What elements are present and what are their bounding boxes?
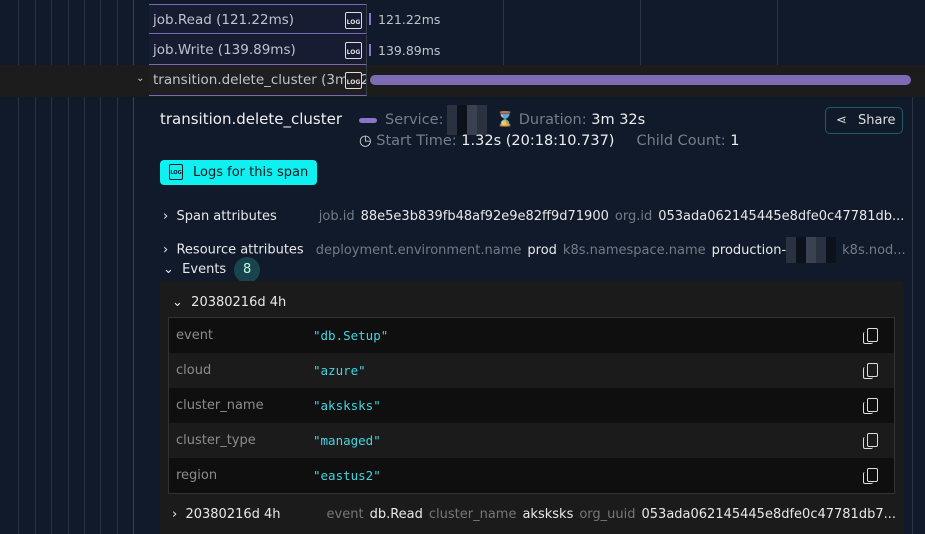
span-row[interactable]: job.Write (139.89ms) LOG 139.89ms xyxy=(0,35,925,66)
resource-attributes-toggle[interactable]: › Resource attributes deployment.environm… xyxy=(163,237,906,263)
log-icon: LOG xyxy=(169,164,183,180)
table-row: cloud "azure" xyxy=(169,353,894,388)
log-icon[interactable]: LOG xyxy=(345,12,362,29)
share-icon: ⋖ xyxy=(836,113,847,128)
chevron-down-icon[interactable]: ⌄ xyxy=(136,73,144,84)
share-button[interactable]: ⋖ Share xyxy=(825,107,903,134)
span-duration: 121.22ms xyxy=(378,12,441,27)
table-row: region "eastus2" xyxy=(169,458,894,493)
copy-icon[interactable] xyxy=(863,398,878,414)
clock-icon: ◷ xyxy=(359,133,372,149)
span-bar xyxy=(369,44,371,56)
span-row-selected[interactable]: ⌄ transition.delete_cluster (3m 32s) LOG xyxy=(0,65,925,97)
events-toggle[interactable]: ⌄ Events 8 xyxy=(163,257,261,283)
redacted-service xyxy=(447,105,488,135)
span-name: job.Read (121.22ms) xyxy=(153,12,295,28)
log-icon[interactable]: LOG xyxy=(345,42,362,59)
copy-icon[interactable] xyxy=(863,468,878,484)
table-row: cluster_type "managed" xyxy=(169,423,894,458)
event-toggle[interactable]: ⌄ 20380216d 4h xyxy=(172,295,286,310)
service-meta: Service: ⌛ Duration: 3m 32s xyxy=(359,105,645,135)
span-attributes-toggle[interactable]: › Span attributes job.id 88e5e3b839fb48af9… xyxy=(163,209,904,224)
span-duration: 139.89ms xyxy=(378,43,441,58)
span-bar xyxy=(369,13,371,25)
span-detail-panel: transition.delete_cluster Service: ⌛ Dur… xyxy=(150,97,913,534)
span-row[interactable]: job.Read (121.22ms) LOG 121.22ms xyxy=(0,4,925,35)
span-bar xyxy=(370,75,911,85)
span-name: job.Write (139.89ms) xyxy=(153,42,296,58)
service-label: Service: xyxy=(385,112,444,128)
copy-icon[interactable] xyxy=(863,363,878,379)
event-attributes-table: event "db.Setup" cloud "azure" cluster_nam… xyxy=(168,317,895,494)
events-list: ⌄ 20380216d 4h event "db.Setup" cloud "azu… xyxy=(160,281,903,534)
log-icon[interactable]: LOG xyxy=(345,72,362,89)
event-toggle[interactable]: › 20380216d 4h event db.Read cluster_name ak… xyxy=(172,507,896,522)
table-row: event "db.Setup" xyxy=(169,318,894,353)
events-count-badge: 8 xyxy=(234,257,261,283)
redacted-value xyxy=(786,237,837,263)
start-meta: ◷ Start Time: 1.32s (20:18:10.737) Child … xyxy=(359,133,740,149)
hourglass-icon: ⌛ xyxy=(496,112,515,128)
copy-icon[interactable] xyxy=(863,433,878,449)
span-title: transition.delete_cluster xyxy=(160,110,342,128)
copy-icon[interactable] xyxy=(863,328,878,344)
logs-for-span-button[interactable]: LOG Logs for this span xyxy=(160,160,317,185)
span-name: transition.delete_cluster (3m 32s) xyxy=(153,72,367,88)
table-row: cluster_name "aksksks" xyxy=(169,388,894,423)
